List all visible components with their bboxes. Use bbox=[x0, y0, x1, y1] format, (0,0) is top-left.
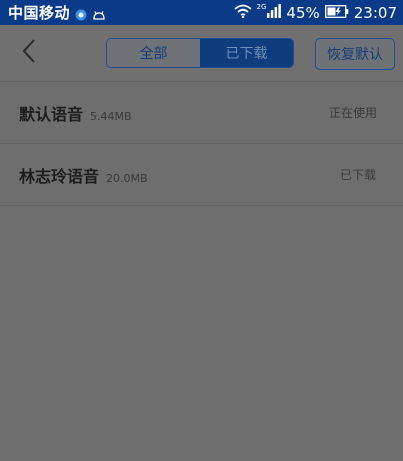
voice-manager-screen: 中国移动 2G 45% 23:07 全部 已下载 恢复默认 默认语音 5.44M… bbox=[0, 0, 403, 461]
filter-tabs: 全部 已下载 bbox=[106, 38, 294, 68]
tab-all[interactable]: 全部 bbox=[107, 39, 200, 67]
wifi-icon bbox=[233, 4, 252, 22]
clock: 23:07 bbox=[353, 3, 397, 22]
battery-icon bbox=[324, 4, 349, 22]
carrier-name: 中国移动 bbox=[8, 4, 71, 22]
tab-downloaded[interactable]: 已下载 bbox=[200, 39, 293, 67]
voice-list: 默认语音 5.44MB 正在使用 林志玲语音 20.0MB 已下载 bbox=[0, 82, 403, 206]
voice-status: 正在使用 bbox=[328, 106, 377, 120]
voice-name: 默认语音 bbox=[19, 105, 84, 124]
chevron-left-icon bbox=[21, 38, 37, 68]
back-button[interactable] bbox=[14, 37, 44, 69]
voice-name: 林志玲语音 bbox=[19, 167, 100, 186]
restore-default-button[interactable]: 恢复默认 bbox=[315, 38, 395, 70]
signal-icon bbox=[267, 3, 282, 22]
voice-size: 20.0MB bbox=[106, 172, 148, 185]
toolbar: 全部 已下载 恢复默认 bbox=[0, 25, 403, 82]
list-item[interactable]: 默认语音 5.44MB 正在使用 bbox=[0, 82, 403, 144]
status-bar: 中国移动 2G 45% 23:07 bbox=[0, 0, 403, 25]
status-indicators: 2G 45% 23:07 bbox=[233, 0, 397, 25]
network-type: 2G bbox=[256, 2, 267, 11]
app-notification-icon bbox=[75, 7, 87, 20]
android-notification-icon bbox=[92, 7, 105, 20]
list-item[interactable]: 林志玲语音 20.0MB 已下载 bbox=[0, 144, 403, 206]
voice-size: 5.44MB bbox=[90, 110, 132, 123]
voice-status: 已下载 bbox=[339, 168, 376, 182]
battery-percent: 45% bbox=[286, 3, 320, 22]
